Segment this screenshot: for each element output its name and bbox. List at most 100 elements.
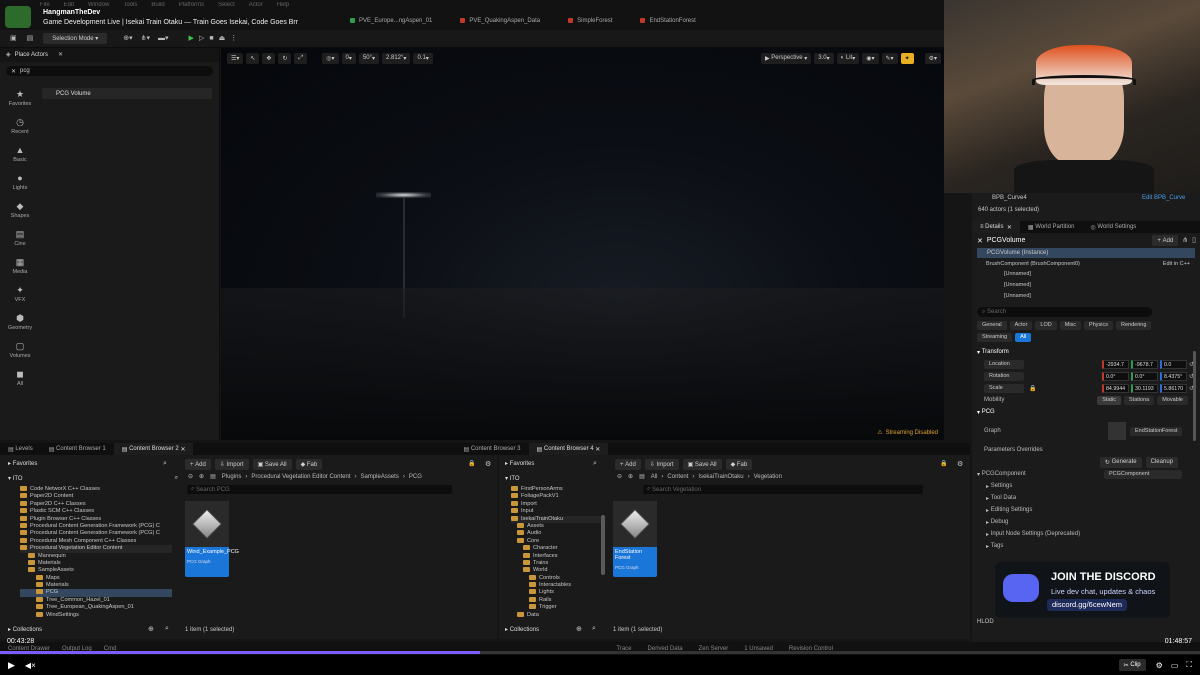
component-item[interactable]: [Unnamed]	[972, 280, 1200, 291]
settings-icon[interactable]: ⚙	[957, 460, 963, 468]
tab-world-partition[interactable]: ▦ World Partition	[1020, 221, 1083, 233]
save-icon[interactable]: ▣	[10, 35, 17, 42]
add-button[interactable]: + Add	[185, 459, 211, 470]
fab-button[interactable]: ◆ Fab	[725, 459, 753, 470]
tree-item[interactable]: Plastic SCM C++ Classes	[20, 508, 172, 515]
tree-item[interactable]: Core	[511, 538, 603, 545]
menu-help[interactable]: Help	[277, 2, 289, 8]
category-favorites[interactable]: ★ Favorites	[0, 84, 40, 112]
input-node-section[interactable]: ▸ Input Node Settings (Deprecated)	[972, 528, 1200, 540]
history-back-icon[interactable]: ⊖	[617, 473, 622, 480]
lock-icon[interactable]: 🔒	[940, 460, 947, 467]
lit-mode-button[interactable]: ◐ Lit ▾	[836, 52, 860, 64]
search-icon[interactable]: ⌕	[592, 625, 596, 633]
save-all-button[interactable]: ▣ Save All	[252, 459, 292, 470]
blueprint-icon[interactable]: ⋔▾	[141, 35, 150, 42]
rotation-dropdown[interactable]: Rotation	[984, 371, 1024, 381]
columns-icon[interactable]: ▯	[1192, 237, 1196, 244]
select-tool-icon[interactable]: ↖	[246, 52, 260, 64]
lock-icon[interactable]: 🔒	[1029, 385, 1036, 392]
outliner-item[interactable]: BPB_Curve4	[992, 195, 1027, 201]
favorites-header[interactable]: ▸ Favorites	[505, 460, 534, 468]
history-forward-icon[interactable]: ⊕	[628, 473, 633, 480]
asset-tile[interactable]: EndStation Forest PCG Graph	[613, 501, 657, 577]
channel-name[interactable]: HangmanTheDev	[43, 9, 100, 16]
show-flags-button[interactable]: ◉▾	[862, 52, 879, 64]
menu-file[interactable]: File	[40, 2, 50, 8]
more-options-icon[interactable]: ⋮	[230, 35, 237, 42]
cleanup-button[interactable]: Cleanup	[1145, 456, 1178, 468]
menu-tools[interactable]: Tools	[123, 2, 137, 8]
location-dropdown[interactable]: Location	[984, 359, 1024, 369]
filter-general[interactable]: General	[977, 321, 1007, 330]
tree-item[interactable]: World	[511, 567, 603, 574]
category-recent[interactable]: ◷ Recent	[0, 112, 40, 140]
theatre-mode-icon[interactable]: ▭	[1171, 661, 1179, 670]
tree-item[interactable]: Character	[511, 545, 603, 552]
pcg-component-dropdown[interactable]: PCGComponent	[1104, 469, 1182, 479]
tree-item[interactable]: Lights	[511, 589, 603, 596]
viewport-menu-button[interactable]: ☰▾	[227, 52, 244, 64]
tree-item[interactable]: Controls	[511, 575, 603, 582]
rotation-x[interactable]: 0.0°	[1101, 371, 1129, 381]
location-x[interactable]: -2934.7	[1101, 359, 1129, 369]
level-tab-1[interactable]: PVE_Europe...ngAspen_01	[350, 18, 432, 24]
move-tool-icon[interactable]: ✥	[262, 52, 276, 64]
rotation-z[interactable]: 8.4375°	[1159, 371, 1187, 381]
breadcrumb-item[interactable]: IsekaiTrainOtaku	[698, 474, 743, 480]
favorites-header[interactable]: ▸ Favorites	[8, 460, 37, 468]
asset-search-input[interactable]: ⌕ Search PCG	[187, 485, 452, 494]
search-icon[interactable]: ⌕	[165, 625, 169, 633]
breadcrumb-item[interactable]: SampleAssets	[361, 474, 399, 480]
breadcrumb-item[interactable]: PCG	[409, 474, 422, 480]
filter-lod[interactable]: LOD	[1035, 321, 1057, 330]
add-content-icon[interactable]: ⊕▾	[123, 35, 132, 42]
category-volumes[interactable]: ▢ Volumes	[0, 336, 40, 364]
search-icon[interactable]: ⌕	[593, 460, 597, 468]
tags-section[interactable]: ▸ Tags	[972, 540, 1200, 552]
play-icon[interactable]: ▶	[8, 660, 15, 671]
scale-dropdown[interactable]: Scale	[984, 383, 1024, 393]
collections-header[interactable]: ▸ Collections	[505, 626, 539, 634]
asset-search-input[interactable]: ⌕ Search Vegetation	[643, 485, 923, 494]
tree-item[interactable]: FoliagePackV1	[511, 493, 603, 500]
root-folder-header[interactable]: ▾ ITO ⌕	[8, 475, 178, 482]
category-lights[interactable]: ● Lights	[0, 168, 40, 196]
clip-button[interactable]: ✂ Clip	[1118, 659, 1146, 671]
viewport-settings-icon[interactable]: ⚙▾	[924, 52, 941, 64]
level-tab-2[interactable]: PVE_QuakingAspen_Data	[460, 18, 540, 24]
selection-mode-dropdown[interactable]: Selection Mode ▾	[43, 33, 108, 44]
close-tab-icon[interactable]: ✕	[58, 52, 63, 58]
tab-details[interactable]: ≡ Details ✕	[972, 221, 1020, 233]
asset-tile[interactable]: Wind_Example_PCG PCG Graph	[185, 501, 239, 577]
root-folder-header[interactable]: ▾ ITO	[505, 475, 520, 483]
scale-z[interactable]: 5.86170	[1159, 383, 1187, 393]
category-all[interactable]: ◼ All	[0, 364, 40, 392]
tree-item[interactable]: Interfaces	[511, 553, 603, 560]
browse-icon[interactable]: ▤	[27, 35, 34, 42]
import-button[interactable]: ⇩ Import	[644, 459, 679, 470]
angle-snap-button[interactable]: 2.812° ▾	[382, 52, 411, 64]
category-geometry[interactable]: ⬢ Geometry	[0, 308, 40, 336]
filter-streaming[interactable]: Streaming	[977, 333, 1013, 342]
rotation-y[interactable]: 0.0°	[1130, 371, 1158, 381]
component-root[interactable]: PCGVolume (Instance)	[977, 248, 1195, 258]
add-collection-icon[interactable]: ⊕	[576, 625, 582, 633]
rotate-tool-icon[interactable]: ↻	[278, 52, 292, 64]
tree-item[interactable]: Procedural Content Generation Framework …	[20, 523, 172, 530]
graph-dropdown[interactable]: EndStationForest	[1130, 426, 1182, 436]
tree-item[interactable]: FirstPersonArms	[511, 486, 603, 493]
tree-item[interactable]: Materials	[20, 582, 172, 589]
hlod-section[interactable]: HLOD	[977, 619, 994, 625]
tree-item[interactable]: Maps	[20, 575, 172, 582]
snap-zero-button[interactable]: 0 ▾	[341, 52, 356, 64]
menu-build[interactable]: Build	[151, 2, 164, 8]
tab-content-browser-4[interactable]: ▤ Content Browser 4 ✕	[528, 443, 609, 455]
edit-in-cpp-link[interactable]: Edit in C++	[1163, 261, 1190, 267]
add-collection-icon[interactable]: ⊕	[148, 625, 154, 633]
volume-icon[interactable]: ◀×	[25, 661, 36, 670]
tree-item[interactable]: Tree_Common_Hazel_01	[20, 597, 172, 604]
mobility-static[interactable]: Static	[1097, 395, 1122, 405]
tree-item[interactable]: Audio	[511, 530, 603, 537]
menu-window[interactable]: Window	[88, 2, 109, 8]
